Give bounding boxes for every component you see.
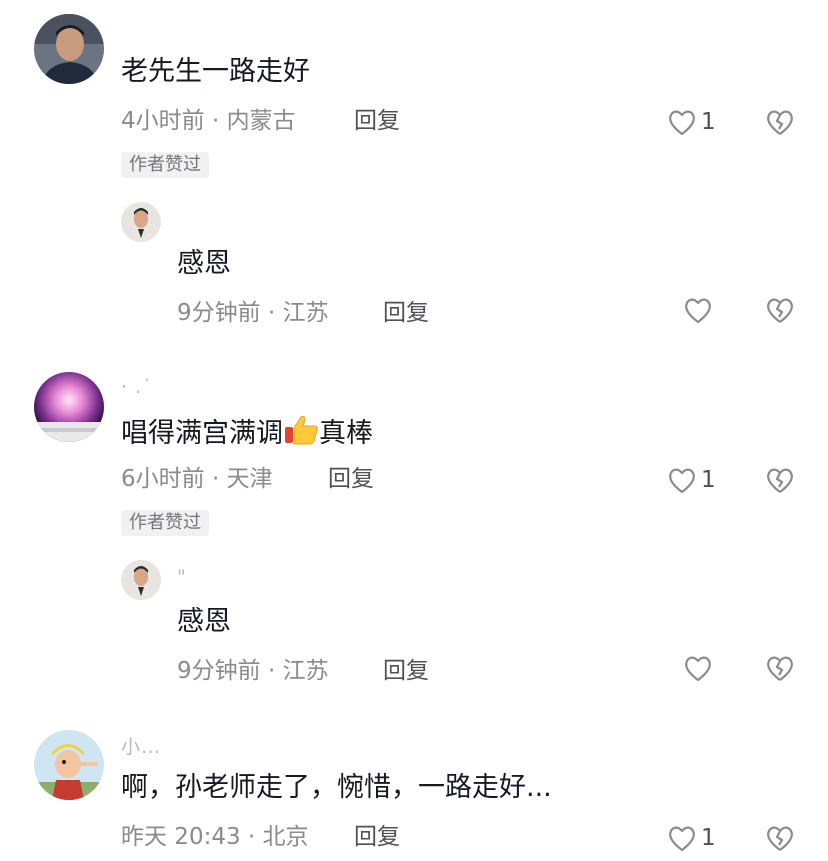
- avatar[interactable]: [34, 14, 104, 84]
- comment-meta: 昨天 20:43 · 北京: [121, 824, 309, 850]
- broken-heart-icon: [767, 468, 793, 493]
- author-liked-badge: 作者赞过: [121, 152, 209, 178]
- broken-heart-icon: [767, 826, 793, 851]
- author-liked-badge: 作者赞过: [121, 510, 209, 536]
- reply-button[interactable]: 回复: [328, 465, 374, 493]
- heart-icon: [669, 468, 695, 494]
- comment-meta: 4小时前 · 内蒙古: [121, 108, 296, 134]
- username[interactable]: · .˙: [121, 376, 153, 398]
- like-count: 1: [701, 467, 716, 493]
- heart-icon: [669, 826, 695, 852]
- comment-text: 啊，孙老师走了，惋惜，一路走好...: [121, 772, 552, 803]
- broken-heart-icon: [767, 656, 793, 681]
- reply-button[interactable]: 回复: [383, 657, 429, 685]
- dislike-button[interactable]: [765, 466, 795, 494]
- dislike-button[interactable]: [765, 296, 795, 324]
- username[interactable]: ": [177, 566, 187, 588]
- comment-text: 唱得满宫满调 真棒: [121, 414, 373, 450]
- heart-icon: [685, 298, 711, 324]
- avatar[interactable]: [34, 730, 104, 800]
- reply-text: 感恩: [177, 248, 231, 279]
- reply-text: 感恩: [177, 606, 231, 637]
- comment-text: 老先生一路走好: [121, 56, 310, 87]
- dislike-button[interactable]: [765, 824, 795, 852]
- like-count: 1: [701, 825, 716, 851]
- like-button[interactable]: 1: [667, 108, 716, 136]
- thumbs-up-icon: [285, 415, 318, 445]
- reply-button[interactable]: 回复: [354, 107, 400, 135]
- dislike-button[interactable]: [765, 108, 795, 136]
- like-button[interactable]: 1: [667, 466, 716, 494]
- username[interactable]: 小…: [121, 732, 161, 759]
- dislike-button[interactable]: [765, 654, 795, 682]
- reply-button[interactable]: 回复: [354, 823, 400, 851]
- like-button[interactable]: [683, 654, 713, 682]
- avatar[interactable]: [34, 372, 104, 442]
- comment-meta: 6小时前 · 天津: [121, 466, 273, 492]
- comment-text-part: 唱得满宫满调: [121, 418, 283, 449]
- like-button[interactable]: 1: [667, 824, 716, 852]
- reply-meta: 9分钟前 · 江苏: [177, 658, 329, 684]
- reply-meta: 9分钟前 · 江苏: [177, 300, 329, 326]
- like-button[interactable]: [683, 296, 713, 324]
- avatar[interactable]: [121, 202, 161, 242]
- heart-icon: [669, 110, 695, 136]
- broken-heart-icon: [767, 110, 793, 135]
- avatar[interactable]: [121, 560, 161, 600]
- like-count: 1: [701, 109, 716, 135]
- reply-button[interactable]: 回复: [383, 299, 429, 327]
- heart-icon: [685, 656, 711, 682]
- comment-text-part: 真棒: [319, 418, 373, 449]
- broken-heart-icon: [767, 298, 793, 323]
